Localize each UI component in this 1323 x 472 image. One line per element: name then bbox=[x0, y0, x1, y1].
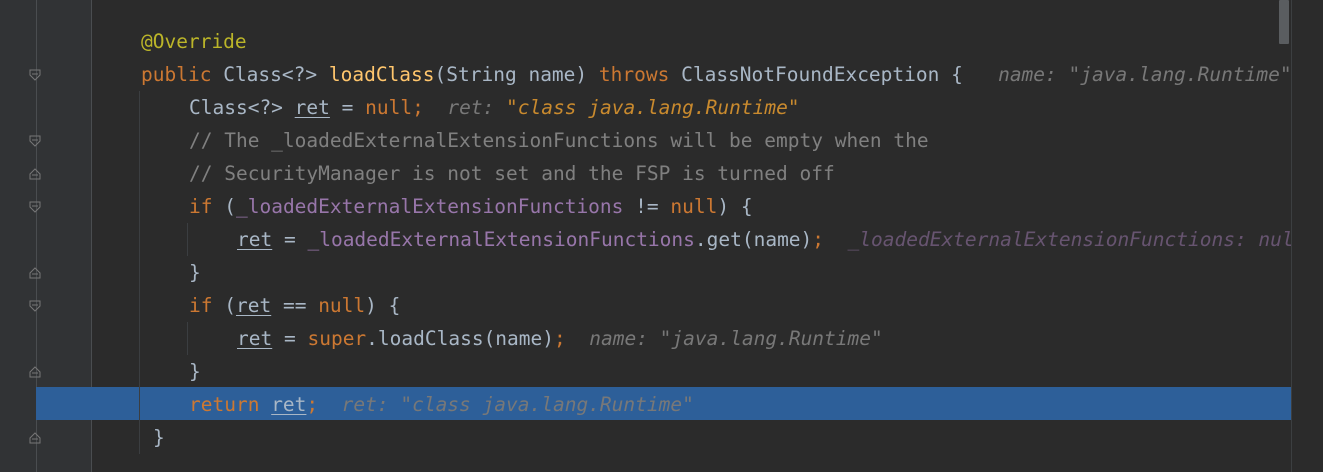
code-token: public bbox=[141, 63, 224, 86]
code-token: = bbox=[272, 228, 308, 251]
code-token: = bbox=[329, 96, 366, 119]
code-token: // SecurityManager is not set and the FS… bbox=[189, 162, 835, 185]
code-token: Class<?> bbox=[223, 63, 329, 86]
code-line[interactable]: // SecurityManager is not set and the FS… bbox=[189, 157, 835, 190]
code-token: == bbox=[271, 294, 319, 317]
code-line[interactable]: ret = _loadedExternalExtensionFunctions.… bbox=[237, 223, 1305, 256]
indent-guide bbox=[187, 223, 188, 256]
code-token: ; bbox=[306, 393, 319, 416]
fold-open-icon[interactable] bbox=[29, 69, 41, 81]
code-token: if bbox=[189, 195, 225, 218]
code-token: loadClass bbox=[328, 63, 435, 86]
code-token: if bbox=[189, 294, 225, 317]
code-token: throws bbox=[598, 63, 682, 86]
code-area[interactable]: @Override public Class<?> loadClass(Strin… bbox=[91, 0, 1305, 472]
code-token: // The _loadedExternalExtensionFunctions… bbox=[189, 129, 929, 152]
code-token: null bbox=[318, 294, 366, 317]
code-token: @Override bbox=[141, 30, 247, 53]
code-token: = bbox=[272, 327, 308, 350]
code-token: ret bbox=[235, 294, 272, 317]
code-token: } bbox=[153, 426, 165, 449]
code-token: ret bbox=[271, 393, 307, 416]
code-line[interactable]: if (_loadedExternalExtensionFunctions !=… bbox=[189, 190, 753, 223]
code-token: null bbox=[670, 195, 718, 218]
code-token: ) { bbox=[365, 294, 401, 317]
code-token: ( bbox=[224, 294, 236, 317]
inline-debug-value: name: "java.lang.Runtime" bbox=[565, 327, 883, 350]
vertical-scrollbar[interactable] bbox=[1291, 0, 1323, 472]
code-token: ; bbox=[412, 96, 424, 119]
code-token: ret bbox=[237, 228, 273, 251]
code-token: ; bbox=[812, 228, 825, 251]
code-token: (String name) bbox=[434, 63, 599, 86]
fold-open-icon[interactable] bbox=[29, 135, 41, 147]
fold-close-icon[interactable] bbox=[29, 267, 41, 279]
code-editor[interactable]: @Override public Class<?> loadClass(Strin… bbox=[0, 0, 1323, 472]
code-token: .get(name) bbox=[694, 228, 813, 251]
inline-debug-value: _loadedExternalExtensionFunctions: null bbox=[824, 228, 1306, 251]
code-line[interactable]: } bbox=[189, 355, 201, 388]
inline-debug-value: name: "java.lang.Runtime" bbox=[962, 63, 1292, 86]
code-token: != bbox=[623, 195, 671, 218]
scrollbar-thumb[interactable] bbox=[1279, 0, 1289, 44]
code-line[interactable]: @Override bbox=[141, 25, 247, 58]
code-token: ( bbox=[224, 195, 236, 218]
code-token: return bbox=[189, 393, 272, 416]
code-line[interactable]: } bbox=[189, 256, 201, 289]
code-token: _loadedExternalExtensionFunctions bbox=[235, 195, 624, 218]
code-token: ret bbox=[294, 96, 330, 119]
fold-open-icon[interactable] bbox=[29, 201, 41, 213]
code-line[interactable]: ret = super.loadClass(name); name: "java… bbox=[237, 322, 883, 355]
code-token: .loadClass(name) bbox=[366, 327, 555, 350]
code-line[interactable]: } bbox=[153, 421, 165, 454]
fold-close-icon[interactable] bbox=[29, 366, 41, 378]
code-token: ClassNotFoundException { bbox=[681, 63, 963, 86]
code-line[interactable]: public Class<?> loadClass(String name) t… bbox=[141, 58, 1292, 91]
fold-close-icon[interactable] bbox=[29, 168, 41, 180]
indent-guide bbox=[139, 91, 140, 454]
code-token: _loadedExternalExtensionFunctions bbox=[307, 228, 695, 251]
code-line[interactable]: if (ret == null) { bbox=[189, 289, 400, 322]
code-token: null bbox=[365, 96, 413, 119]
code-line-execution-point[interactable]: return ret; ret: "class java.lang.Runtim… bbox=[189, 388, 694, 421]
code-token: super bbox=[307, 327, 367, 350]
fold-open-icon[interactable] bbox=[29, 300, 41, 312]
code-token: } bbox=[189, 261, 201, 284]
code-token: Class<?> bbox=[189, 96, 295, 119]
code-token: } bbox=[189, 360, 201, 383]
inline-debug-value: ret: bbox=[423, 96, 507, 119]
code-line[interactable]: Class<?> ret = null; ret: "class java.la… bbox=[189, 91, 800, 124]
indent-guide bbox=[187, 322, 188, 355]
inline-debug-value: ret: "class java.lang.Runtime" bbox=[318, 393, 694, 416]
inline-debug-value: "class java.lang.Runtime" bbox=[506, 96, 800, 119]
fold-close-icon[interactable] bbox=[29, 432, 41, 444]
code-token: ; bbox=[554, 327, 566, 350]
code-token: ret bbox=[237, 327, 273, 350]
code-line[interactable]: // The _loadedExternalExtensionFunctions… bbox=[189, 124, 929, 157]
code-token: ) { bbox=[717, 195, 753, 218]
